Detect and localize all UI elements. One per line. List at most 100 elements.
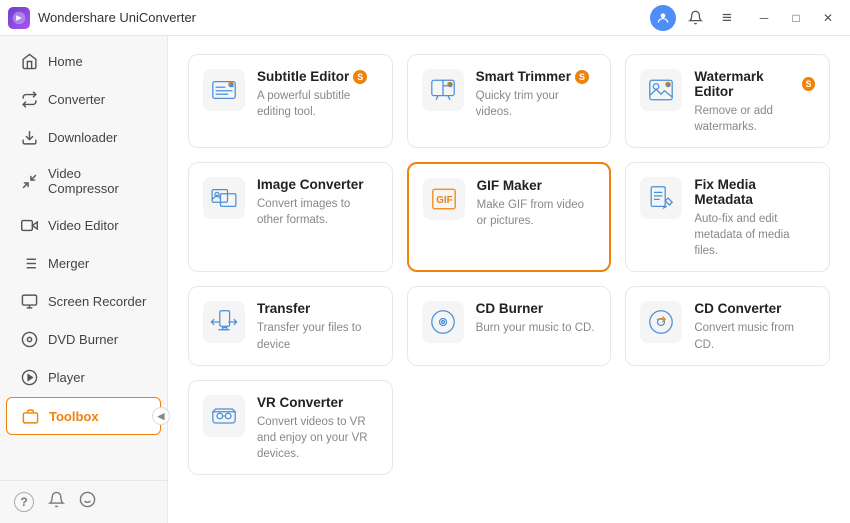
sidebar-item-video-editor[interactable]: Video Editor — [6, 207, 161, 243]
watermark-editor-info: Watermark EditorS Remove or add watermark… — [694, 69, 815, 135]
tool-card-smart-trimmer[interactable]: SSmart TrimmerSQuicky trim your videos. — [407, 54, 612, 148]
cd-burner-info: CD Burner Burn your music to CD. — [476, 301, 597, 336]
maximize-btn[interactable]: □ — [782, 7, 810, 29]
sidebar-footer: ? — [0, 480, 167, 523]
tool-card-subtitle-editor[interactable]: A Subtitle EditorSA powerful subtitle edi… — [188, 54, 393, 148]
cd-converter-title: CD Converter — [694, 301, 815, 316]
close-btn[interactable]: ✕ — [814, 7, 842, 29]
sidebar-item-merger[interactable]: Merger — [6, 245, 161, 281]
smart-trimmer-info: Smart TrimmerS Quicky trim your videos. — [476, 69, 597, 120]
home-icon — [20, 52, 38, 70]
tool-card-cd-burner[interactable]: CD Burner Burn your music to CD. — [407, 286, 612, 365]
cd-converter-icon — [640, 301, 682, 343]
vr-converter-title: VR Converter — [257, 395, 378, 410]
subtitle-editor-info: Subtitle EditorSA powerful subtitle edit… — [257, 69, 378, 120]
smart-trimmer-badge: S — [575, 70, 589, 84]
vr-converter-desc: Convert videos to VR and enjoy on your V… — [257, 414, 378, 462]
sidebar-item-converter[interactable]: Converter — [6, 81, 161, 117]
menu-icon-btn[interactable]: ≡ — [714, 5, 740, 31]
fix-media-metadata-desc: Auto-fix and edit metadata of media file… — [694, 211, 815, 259]
main-layout: Home Converter Downloader Video Compress… — [0, 36, 850, 523]
svg-text:GIF: GIF — [436, 195, 452, 206]
sidebar-downloader-label: Downloader — [48, 130, 117, 145]
sidebar: Home Converter Downloader Video Compress… — [0, 36, 168, 523]
sidebar-screen-recorder-label: Screen Recorder — [48, 294, 146, 309]
help-icon[interactable]: ? — [14, 492, 34, 512]
sidebar-converter-label: Converter — [48, 92, 105, 107]
smart-trimmer-title: Smart TrimmerS — [476, 69, 597, 84]
cd-burner-desc: Burn your music to CD. — [476, 320, 597, 336]
svg-text:S: S — [449, 83, 452, 88]
image-converter-desc: Convert images to other formats. — [257, 196, 378, 228]
sidebar-item-video-compressor[interactable]: Video Compressor — [6, 157, 161, 205]
gif-maker-icon: GIF — [423, 178, 465, 220]
image-converter-info: Image Converter Convert images to other f… — [257, 177, 378, 228]
player-icon — [20, 368, 38, 386]
title-bar-icons: ≡ — [650, 5, 740, 31]
gif-maker-desc: Make GIF from video or pictures. — [477, 197, 596, 229]
watermark-editor-desc: Remove or add watermarks. — [694, 103, 815, 135]
minimize-btn[interactable]: ─ — [750, 7, 778, 29]
app-title: Wondershare UniConverter — [38, 10, 650, 25]
tool-card-transfer[interactable]: TransferTransfer your files to device — [188, 286, 393, 365]
svg-text:S: S — [667, 83, 670, 88]
svg-text:A: A — [230, 83, 233, 88]
vr-converter-icon — [203, 395, 245, 437]
watermark-editor-title: Watermark EditorS — [694, 69, 815, 99]
cd-burner-icon — [422, 301, 464, 343]
sidebar-item-home[interactable]: Home — [6, 43, 161, 79]
window-controls: ─ □ ✕ — [750, 7, 842, 29]
content-area: A Subtitle EditorSA powerful subtitle edi… — [168, 36, 850, 523]
converter-icon — [20, 90, 38, 108]
sidebar-video-editor-label: Video Editor — [48, 218, 119, 233]
smart-trimmer-icon: S — [422, 69, 464, 111]
sidebar-player-label: Player — [48, 370, 85, 385]
dvd-burner-icon — [20, 330, 38, 348]
tool-card-fix-media-metadata[interactable]: Fix Media Metadata Auto-fix and edit meta… — [625, 162, 830, 272]
smart-trimmer-desc: Quicky trim your videos. — [476, 88, 597, 120]
sidebar-home-label: Home — [48, 54, 83, 69]
tool-card-gif-maker[interactable]: GIF GIF Maker Make GIF from video or pictu… — [407, 162, 612, 272]
subtitle-editor-title: Subtitle EditorS — [257, 69, 378, 84]
vr-converter-info: VR Converter Convert videos to VR and enj… — [257, 395, 378, 462]
sidebar-video-compressor-label: Video Compressor — [48, 166, 147, 196]
subtitle-editor-badge: S — [353, 70, 367, 84]
tools-grid: A Subtitle EditorSA powerful subtitle edi… — [188, 54, 830, 475]
fix-media-metadata-icon — [640, 177, 682, 219]
cd-converter-info: CD ConverterConvert music from CD. — [694, 301, 815, 352]
tool-card-cd-converter[interactable]: CD ConverterConvert music from CD. — [625, 286, 830, 365]
gif-maker-title: GIF Maker — [477, 178, 596, 193]
app-logo — [8, 7, 30, 29]
cd-burner-title: CD Burner — [476, 301, 597, 316]
transfer-desc: Transfer your files to device — [257, 320, 378, 352]
fix-media-metadata-title: Fix Media Metadata — [694, 177, 815, 207]
sidebar-item-toolbox[interactable]: Toolbox ◀ — [6, 397, 161, 435]
notification-icon-btn[interactable] — [682, 5, 708, 31]
watermark-editor-badge: S — [802, 77, 815, 91]
video-editor-icon — [20, 216, 38, 234]
feedback-icon[interactable] — [79, 491, 96, 513]
merger-icon — [20, 254, 38, 272]
tool-card-vr-converter[interactable]: VR Converter Convert videos to VR and enj… — [188, 380, 393, 475]
screen-recorder-icon — [20, 292, 38, 310]
toolbox-icon — [21, 407, 39, 425]
bell-footer-icon[interactable] — [48, 491, 65, 513]
sidebar-item-screen-recorder[interactable]: Screen Recorder — [6, 283, 161, 319]
sidebar-item-dvd-burner[interactable]: DVD Burner — [6, 321, 161, 357]
title-bar: Wondershare UniConverter ≡ ─ □ ✕ — [0, 0, 850, 36]
fix-media-metadata-info: Fix Media Metadata Auto-fix and edit meta… — [694, 177, 815, 259]
collapse-sidebar-btn[interactable]: ◀ — [152, 407, 170, 425]
tool-card-image-converter[interactable]: Image Converter Convert images to other f… — [188, 162, 393, 272]
transfer-info: TransferTransfer your files to device — [257, 301, 378, 352]
tool-card-watermark-editor[interactable]: SWatermark EditorSRemove or add watermar… — [625, 54, 830, 148]
sidebar-merger-label: Merger — [48, 256, 89, 271]
watermark-editor-icon: S — [640, 69, 682, 111]
sidebar-item-downloader[interactable]: Downloader — [6, 119, 161, 155]
image-converter-title: Image Converter — [257, 177, 378, 192]
sidebar-item-player[interactable]: Player — [6, 359, 161, 395]
downloader-icon — [20, 128, 38, 146]
sidebar-toolbox-label: Toolbox — [49, 409, 99, 424]
video-compressor-icon — [20, 172, 38, 190]
image-converter-icon — [203, 177, 245, 219]
user-icon-btn[interactable] — [650, 5, 676, 31]
